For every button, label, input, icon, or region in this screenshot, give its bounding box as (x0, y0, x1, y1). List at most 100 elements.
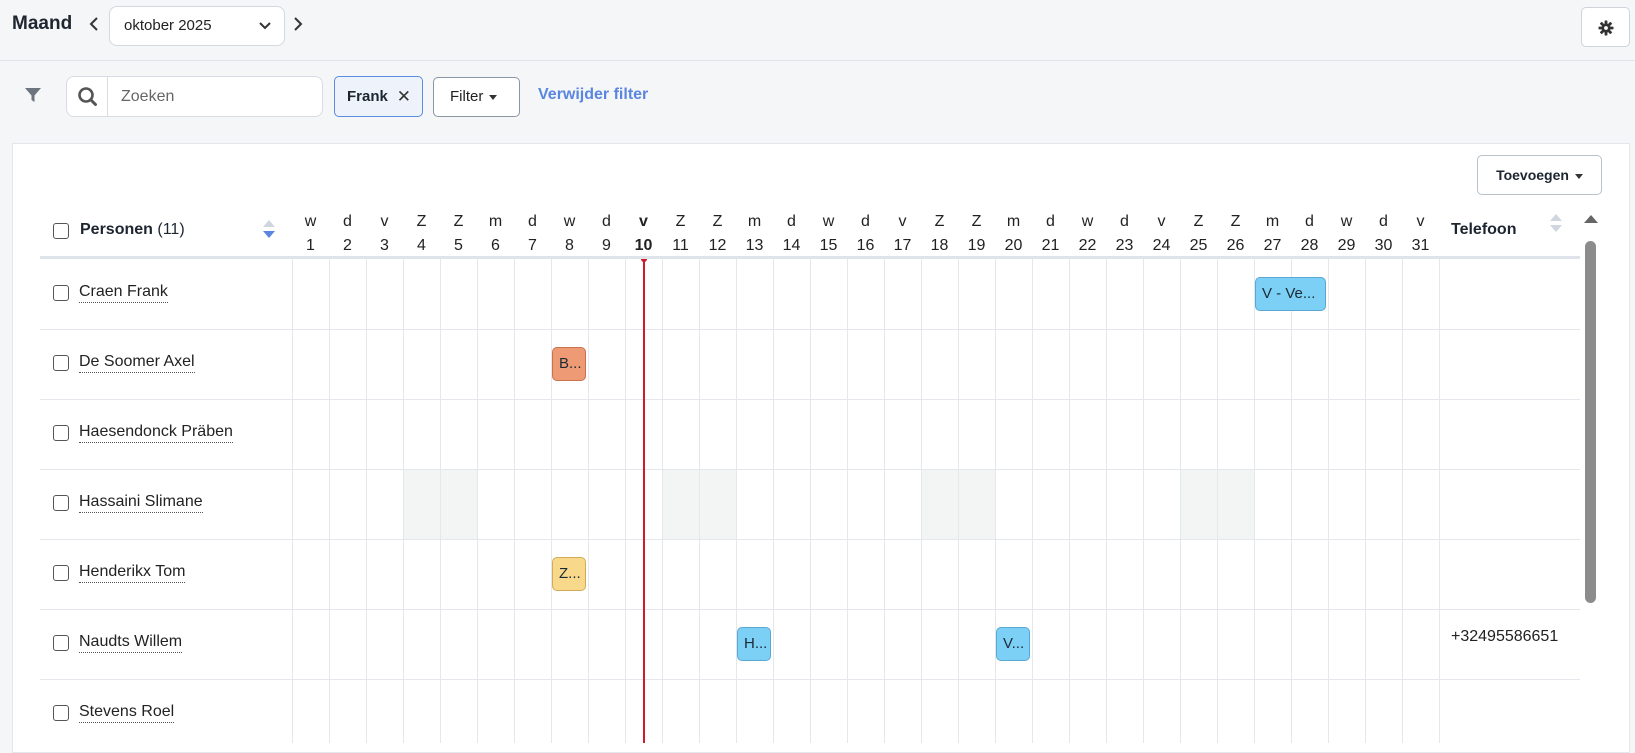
view-title: Maand (12, 13, 73, 34)
month-select[interactable]: oktober 2025 (109, 6, 285, 46)
sort-icon[interactable] (263, 220, 275, 240)
persons-header-label: Personen (80, 221, 153, 238)
day-header-date: 26 (1226, 237, 1245, 254)
day-header-14: d 14 (773, 210, 810, 258)
grid-column-line (810, 259, 811, 743)
grid-row-line (40, 609, 1580, 610)
row-checkbox[interactable] (53, 355, 69, 371)
add-button[interactable]: Toevoegen (1477, 155, 1602, 195)
row-checkbox[interactable] (53, 495, 69, 511)
settings-button[interactable] (1581, 7, 1630, 47)
funnel-icon[interactable] (24, 86, 42, 104)
day-header-date: 19 (967, 237, 986, 254)
day-header-25: Z 25 (1180, 210, 1217, 258)
day-header-16: d 16 (847, 210, 884, 258)
day-header-weekday: Z (1230, 213, 1241, 230)
day-header-weekday: d (602, 213, 611, 230)
day-header-date: 24 (1152, 237, 1171, 254)
person-name-link[interactable]: Craen Frank (79, 282, 168, 303)
person-name-link[interactable]: Hassaini Slimane (79, 492, 203, 513)
weekend-cell (440, 469, 477, 539)
person-name-link[interactable]: Henderikx Tom (79, 562, 186, 583)
grid-column-line (514, 259, 515, 743)
row-checkbox[interactable] (53, 285, 69, 301)
event-block[interactable]: V - Ve... (1255, 277, 1326, 311)
phone-column-header[interactable]: Telefoon (1451, 221, 1516, 239)
grid-column-line (588, 259, 589, 743)
search-input[interactable] (109, 77, 319, 116)
row-checkbox[interactable] (53, 635, 69, 651)
day-header-24: v 24 (1143, 210, 1180, 258)
day-header-weekday: Z (971, 213, 982, 230)
event-block[interactable]: H... (737, 627, 771, 661)
event-block[interactable]: V... (996, 627, 1030, 661)
weekend-cell (921, 469, 958, 539)
weekend-cell (403, 469, 440, 539)
filter-button-label: Filter (450, 88, 484, 105)
day-header-date: 31 (1411, 237, 1430, 254)
month-select-value: oktober 2025 (124, 17, 212, 34)
scroll-up-arrow-icon[interactable] (1584, 215, 1598, 223)
close-icon[interactable]: ✕ (397, 77, 411, 116)
event-block[interactable]: B... (552, 347, 586, 381)
grid-column-line (292, 259, 293, 743)
day-header-weekday: d (528, 213, 537, 230)
day-header-date: 10 (634, 237, 653, 254)
day-header-date: 30 (1374, 237, 1393, 254)
day-header-1: w1 (292, 210, 329, 258)
day-header-date: 12 (708, 237, 727, 254)
day-header-date: 2 (343, 237, 352, 254)
day-header-date: 7 (528, 237, 537, 254)
prev-month-button[interactable] (84, 14, 104, 38)
planning-grid: Craen Frank V - Ve... De Soomer Axel B... Ha… (40, 259, 1580, 743)
person-name-link[interactable]: Naudts Willem (79, 632, 183, 653)
day-header-date: 6 (491, 237, 500, 254)
day-header-date: 29 (1337, 237, 1356, 254)
row-checkbox[interactable] (53, 705, 69, 721)
grid-column-line (995, 259, 996, 743)
day-header-13: m 13 (736, 210, 773, 258)
day-header-date: 16 (856, 237, 875, 254)
day-header-6: m6 (477, 210, 514, 258)
person-name-link[interactable]: Stevens Roel (79, 702, 175, 723)
gear-icon (1598, 20, 1613, 36)
day-header-weekday: Z (416, 213, 427, 230)
search-box (66, 76, 323, 117)
day-header-weekday: d (1120, 213, 1129, 230)
grid-row-line (40, 539, 1580, 540)
row-checkbox[interactable] (53, 565, 69, 581)
day-header-date: 20 (1004, 237, 1023, 254)
grid-column-line (1143, 259, 1144, 743)
event-block[interactable]: Z... (552, 557, 586, 591)
row-checkbox[interactable] (53, 425, 69, 441)
day-header-10: v 10 (625, 210, 662, 258)
day-header-weekday: v (1416, 213, 1425, 230)
grid-column-line (1365, 259, 1366, 743)
select-all-checkbox[interactable] (53, 223, 69, 239)
day-header-date: 21 (1041, 237, 1060, 254)
persons-column-header[interactable]: Personen (11) (80, 221, 185, 239)
day-header-weekday: d (787, 213, 796, 230)
day-header-28: d 28 (1291, 210, 1328, 258)
day-header-weekday: Z (1193, 213, 1204, 230)
person-name-link[interactable]: Haesendonck Präben (79, 422, 233, 443)
day-header-weekday: d (1379, 213, 1388, 230)
grid-column-line (1439, 259, 1440, 743)
grid-column-line (329, 259, 330, 743)
remove-filter-link[interactable]: Verwijder filter (538, 86, 648, 104)
day-header-18: Z 18 (921, 210, 958, 258)
day-header-date: 9 (602, 237, 611, 254)
vertical-scrollbar[interactable] (1584, 215, 1598, 743)
day-header-weekday: v (639, 213, 648, 230)
chevron-down-icon (258, 7, 272, 60)
filter-chip-label: Frank (347, 88, 388, 105)
day-header-30: d 30 (1365, 210, 1402, 258)
top-toolbar: Maand oktober 2025 (0, 0, 1635, 61)
sort-icon[interactable] (1550, 214, 1562, 234)
filter-dropdown-button[interactable]: Filter (433, 77, 520, 117)
scrollbar-thumb[interactable] (1585, 241, 1596, 603)
person-name-link[interactable]: De Soomer Axel (79, 352, 195, 373)
day-header-weekday: w (304, 213, 317, 230)
next-month-button[interactable] (288, 14, 308, 38)
day-header-weekday: d (861, 213, 870, 230)
